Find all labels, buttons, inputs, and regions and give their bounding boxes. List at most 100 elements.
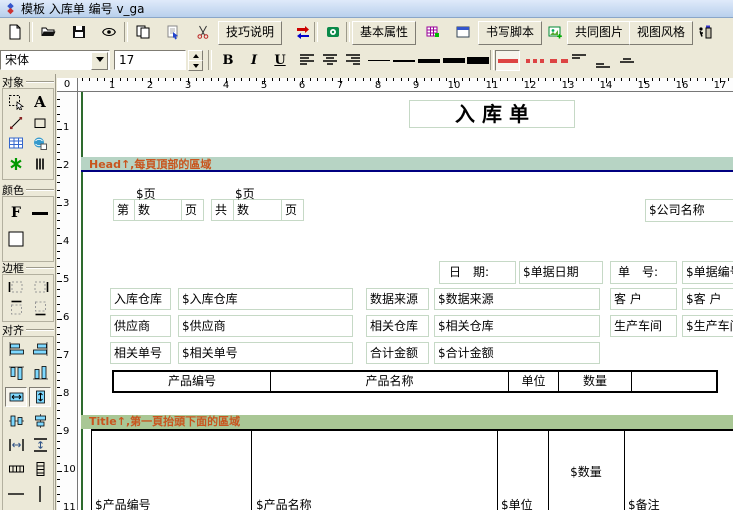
font-color-button[interactable]: F bbox=[5, 203, 27, 223]
header-cell-unit[interactable]: 单位 bbox=[508, 372, 558, 391]
column-header-table[interactable]: 产品编号 产品名称 单位 数量 bbox=[112, 370, 718, 393]
product-name-field[interactable]: $产品名称 bbox=[256, 496, 312, 510]
title-band[interactable]: Title↑,第一頁抬頭下面的區域 bbox=[81, 415, 733, 429]
align-bottom-edges-button[interactable] bbox=[29, 363, 51, 383]
shared-images-button[interactable]: 共同图片 bbox=[567, 21, 631, 45]
select-tool-button[interactable] bbox=[5, 92, 27, 112]
underline-button[interactable]: U bbox=[268, 50, 292, 71]
align-right-button[interactable] bbox=[342, 49, 364, 71]
related-warehouse-field[interactable]: $相关仓库 bbox=[434, 315, 600, 337]
total-prefix-label[interactable]: 共 bbox=[211, 199, 234, 221]
supplier-label[interactable]: 供应商 bbox=[110, 315, 171, 337]
line-color-button[interactable] bbox=[29, 203, 51, 223]
total-amount-field[interactable]: $合计金额 bbox=[434, 342, 600, 364]
customer-label[interactable]: 客 户 bbox=[610, 288, 677, 310]
page-prefix-label[interactable]: 第 bbox=[113, 199, 135, 221]
valign-bottom-button[interactable] bbox=[592, 54, 614, 76]
special-object-tool-button[interactable] bbox=[5, 154, 27, 174]
equal-v-spacing-button[interactable] bbox=[29, 435, 51, 455]
doc-number-field[interactable]: $单据编号 bbox=[682, 261, 733, 284]
quantity-field[interactable]: $数量 bbox=[548, 463, 624, 480]
form-title-box[interactable]: 入库单 bbox=[409, 100, 575, 128]
font-size-stepper[interactable] bbox=[188, 50, 202, 70]
header-cell-product-code[interactable]: 产品编号 bbox=[114, 372, 270, 391]
border-top-button[interactable] bbox=[5, 298, 27, 318]
line-style-solid-button[interactable] bbox=[495, 50, 520, 71]
line-weight-3-button[interactable] bbox=[416, 50, 442, 71]
total-amount-label[interactable]: 合计金额 bbox=[366, 342, 429, 364]
swap-arrows-button[interactable] bbox=[290, 21, 316, 43]
line-style-dotted-button[interactable] bbox=[522, 50, 547, 71]
doc-number-label[interactable]: 单 号: bbox=[610, 261, 677, 284]
media-button[interactable] bbox=[320, 21, 346, 43]
window-button[interactable] bbox=[450, 21, 476, 43]
line-weight-4-button[interactable] bbox=[441, 50, 467, 71]
data-source-field[interactable]: $数据来源 bbox=[434, 288, 600, 310]
equal-height-cells-button[interactable] bbox=[29, 459, 51, 479]
italic-button[interactable]: I bbox=[242, 50, 266, 71]
print-preview-button[interactable] bbox=[96, 21, 122, 43]
vertical-line-button[interactable] bbox=[29, 484, 51, 504]
equal-h-spacing-button[interactable] bbox=[5, 435, 27, 455]
font-size-input[interactable]: 17 bbox=[114, 50, 186, 70]
align-top-edges-button[interactable] bbox=[5, 363, 27, 383]
data-source-label[interactable]: 数据来源 bbox=[366, 288, 429, 310]
exit-button[interactable] bbox=[692, 21, 718, 43]
basic-properties-button[interactable]: 基本属性 bbox=[352, 21, 416, 45]
date-label[interactable]: 日 期: bbox=[439, 261, 516, 284]
total-pages-field[interactable]: $页 数 bbox=[233, 199, 282, 221]
new-document-button[interactable] bbox=[2, 21, 28, 43]
grid-button[interactable] bbox=[420, 21, 446, 43]
write-script-button[interactable]: 书写脚本 bbox=[478, 21, 542, 45]
tips-button[interactable]: 技巧说明 bbox=[218, 21, 282, 45]
cut-button[interactable] bbox=[190, 21, 216, 43]
header-cell-quantity[interactable]: 数量 bbox=[558, 372, 631, 391]
head-band[interactable]: Head↑,每頁頂部的區域 bbox=[81, 157, 733, 172]
fill-color-button[interactable] bbox=[5, 229, 27, 249]
note-field[interactable]: $备注 bbox=[628, 496, 660, 510]
image-add-button[interactable] bbox=[542, 21, 568, 43]
paste-button[interactable] bbox=[160, 21, 186, 43]
same-height-button[interactable] bbox=[29, 387, 51, 407]
border-right-button[interactable] bbox=[29, 277, 51, 297]
stepper-down-button[interactable] bbox=[188, 60, 203, 71]
font-select[interactable]: 宋体 bbox=[0, 50, 110, 70]
unit-field[interactable]: $单位 bbox=[501, 496, 533, 510]
related-doc-field[interactable]: $相关单号 bbox=[178, 342, 353, 364]
image-tool-button[interactable] bbox=[29, 133, 51, 153]
align-center-button[interactable] bbox=[319, 49, 341, 71]
date-field[interactable]: $单据日期 bbox=[519, 261, 603, 284]
view-style-button[interactable]: 视图风格 bbox=[629, 21, 693, 45]
align-left-button[interactable] bbox=[296, 49, 318, 71]
valign-top-button[interactable] bbox=[568, 48, 590, 70]
save-button[interactable] bbox=[66, 21, 92, 43]
copy-button[interactable] bbox=[130, 21, 156, 43]
align-right-edges-button[interactable] bbox=[29, 339, 51, 359]
table-tool-button[interactable] bbox=[5, 133, 27, 153]
warehouse-label[interactable]: 入库仓库 bbox=[110, 288, 171, 310]
font-dropdown-arrow[interactable] bbox=[91, 52, 108, 70]
equal-width-cells-button[interactable] bbox=[5, 459, 27, 479]
align-left-edges-button[interactable] bbox=[5, 339, 27, 359]
supplier-field[interactable]: $供应商 bbox=[178, 315, 353, 337]
center-on-vertical-button[interactable] bbox=[29, 411, 51, 431]
company-name-field[interactable]: $公司名称 bbox=[645, 199, 733, 222]
barcode-tool-button[interactable] bbox=[29, 154, 51, 174]
header-cell-product-name[interactable]: 产品名称 bbox=[270, 372, 508, 391]
open-button[interactable] bbox=[36, 21, 62, 43]
horizontal-line-button[interactable] bbox=[5, 484, 27, 504]
page-suffix-label[interactable]: 页 bbox=[181, 199, 204, 221]
line-weight-2-button[interactable] bbox=[391, 50, 417, 71]
related-warehouse-label[interactable]: 相关仓库 bbox=[366, 315, 429, 337]
border-bottom-button[interactable] bbox=[29, 298, 51, 318]
workshop-field[interactable]: $生产车间 bbox=[682, 315, 733, 337]
workshop-label[interactable]: 生产车间 bbox=[610, 315, 677, 337]
line-tool-button[interactable] bbox=[5, 113, 27, 133]
same-width-button[interactable] bbox=[5, 387, 27, 407]
center-on-horizontal-button[interactable] bbox=[5, 411, 27, 431]
page-number-field[interactable]: $页 数 bbox=[134, 199, 182, 221]
valign-middle-button[interactable] bbox=[616, 51, 638, 73]
design-canvas[interactable]: 入库单 Head↑,每頁頂部的區域 第 $页 数 页 共 $页 数 页 $公司名… bbox=[78, 92, 733, 510]
total-suffix-label[interactable]: 页 bbox=[281, 199, 304, 221]
bold-button[interactable]: B bbox=[216, 50, 240, 71]
